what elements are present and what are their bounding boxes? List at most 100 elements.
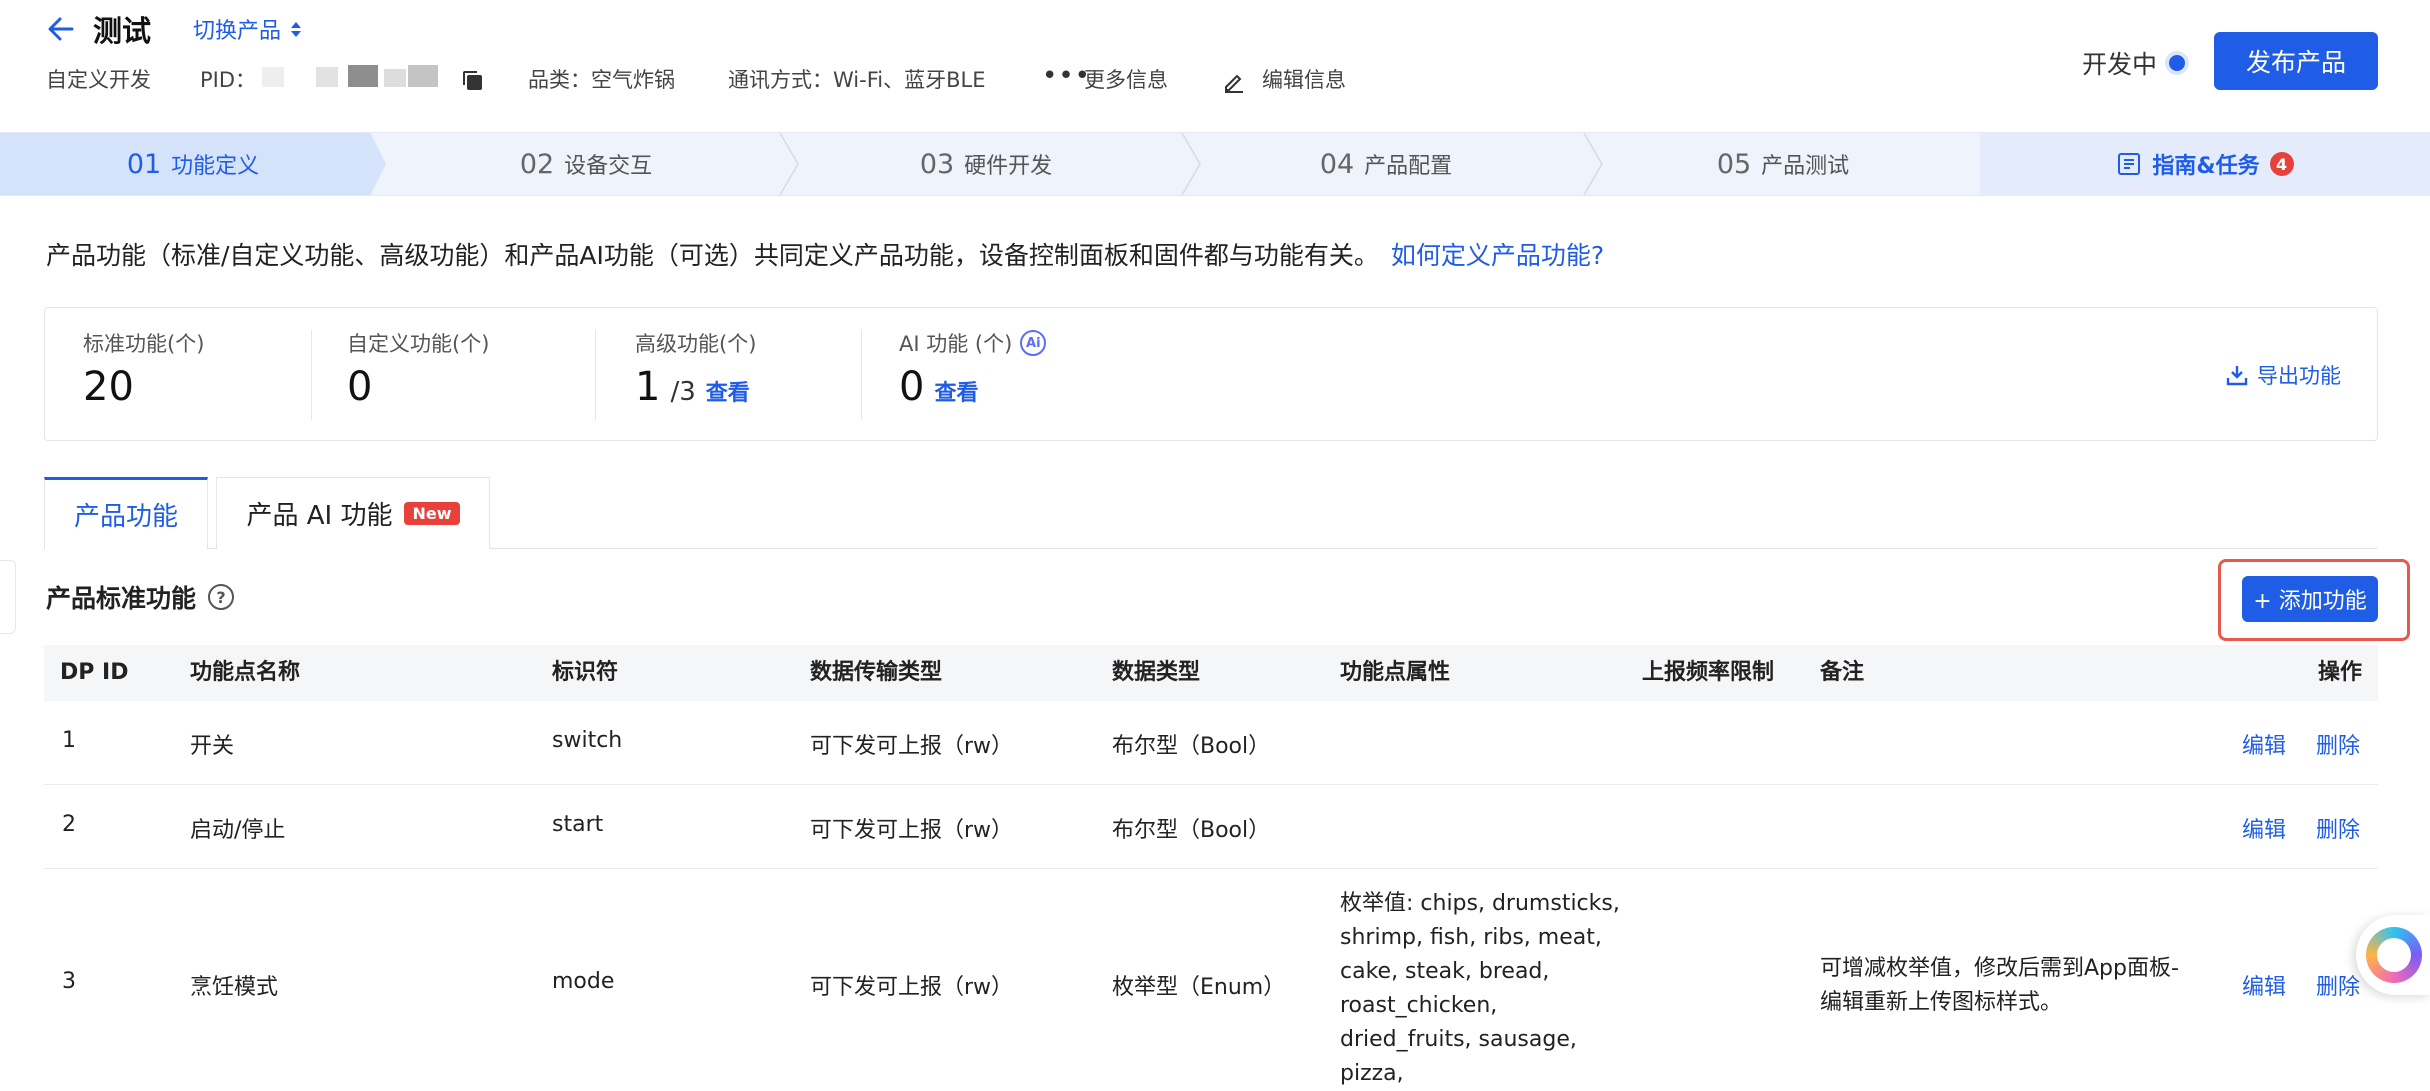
category-label: 品类：空气炸锅 (528, 68, 675, 92)
delete-link[interactable]: 删除 (2316, 728, 2360, 760)
switch-product-label: 切换产品 (193, 19, 282, 44)
step-number: 05 (1716, 148, 1752, 180)
attr-line: 枚举值: chips, drumsticks, (1340, 891, 1620, 916)
col-remark: 备注 (1820, 660, 1865, 685)
step-number: 02 (519, 148, 555, 180)
stat-divider (861, 330, 862, 420)
intro-description: 产品功能（标准/自定义功能、高级功能）和产品AI功能（可选）共同定义产品功能，设… (46, 241, 1379, 270)
tab-label: 产品功能 (73, 502, 178, 532)
dev-status: 开发中 (2082, 45, 2186, 81)
step-number: 03 (919, 148, 955, 180)
delete-link[interactable]: 删除 (2316, 969, 2360, 1001)
attr-line: cake, steak, bread, (1340, 959, 1550, 984)
document-list-icon (2118, 153, 2141, 175)
guide-tasks-button[interactable]: 指南&任务 4 (1980, 133, 2430, 195)
stat-custom: 自定义功能(个) 0 (347, 328, 489, 410)
step-device-interaction[interactable]: 02 设备交互 (386, 133, 786, 195)
cell-dp-id: 2 (62, 812, 76, 837)
product-meta-bar: 自定义开发 PID： 品类：空气炸锅 通讯方式：Wi-Fi、蓝牙BLE ••• … (0, 61, 1400, 97)
stat-ai: AI 功能 (个) Ai 0 查看 (899, 328, 1047, 410)
task-count-badge: 4 (2269, 152, 2294, 176)
step-hardware-dev[interactable]: 03 硬件开发 (786, 133, 1186, 195)
pid-redacted-block (348, 65, 378, 87)
cell-dp-id: 1 (62, 728, 76, 753)
edit-link[interactable]: 编辑 (2242, 812, 2286, 844)
dev-type-label: 自定义开发 (46, 68, 151, 92)
status-label: 开发中 (2082, 50, 2158, 79)
step-number: 01 (126, 148, 162, 180)
cell-code: switch (552, 728, 623, 753)
comm-label: 通讯方式：Wi-Fi、蓝牙BLE (728, 68, 986, 92)
help-question-icon[interactable]: ? (208, 584, 235, 610)
stat-advanced-limit: /3 (670, 377, 696, 407)
col-name: 功能点名称 (190, 660, 301, 685)
intro-text: 产品功能（标准/自定义功能、高级功能）和产品AI功能（可选）共同定义产品功能，设… (46, 236, 1604, 272)
step-product-config[interactable]: 04 产品配置 (1186, 133, 1586, 195)
cell-type: 布尔型（Bool） (1112, 818, 1271, 843)
function-stats-panel: 标准功能(个) 20 自定义功能(个) 0 高级功能(个) 1 /3 查看 AI… (44, 307, 2378, 441)
tab-product-functions[interactable]: 产品功能 (44, 477, 208, 549)
how-to-define-link[interactable]: 如何定义产品功能? (1391, 241, 1604, 270)
pid-redacted-block (384, 69, 406, 87)
remark-line: 编辑重新上传图标样式。 (1820, 990, 2063, 1015)
function-tabs: 产品功能 产品 AI 功能 New (44, 477, 2378, 549)
step-label: 硬件开发 (964, 154, 1053, 179)
pid-redacted-block (262, 67, 284, 87)
status-dot-icon (2169, 55, 2186, 71)
stat-divider (311, 330, 312, 420)
product-title: 测试 (93, 14, 152, 48)
pid-redacted-block (408, 65, 438, 87)
step-label: 功能定义 (171, 154, 260, 179)
back-arrow-icon[interactable] (44, 12, 78, 46)
switch-product-dropdown[interactable]: 切换产品 (193, 13, 302, 45)
col-dp-id: DP ID (60, 660, 129, 685)
attr-line: pizza, (1340, 1061, 1404, 1086)
cell-transfer: 可下发可上报（rw） (810, 734, 1014, 759)
ai-assistant-float-button[interactable] (2356, 915, 2430, 995)
cell-transfer: 可下发可上报（rw） (810, 818, 1014, 843)
cell-transfer: 可下发可上报（rw） (810, 975, 1014, 1000)
cell-attr: 枚举值: chips, drumsticks, shrimp, fish, ri… (1340, 887, 1620, 1091)
edit-link[interactable]: 编辑 (2242, 969, 2286, 1001)
step-label: 产品测试 (1761, 154, 1850, 179)
edit-link[interactable]: 编辑 (2242, 728, 2286, 760)
tab-label: 产品 AI 功能 (246, 501, 393, 531)
step-function-definition[interactable]: 01 功能定义 (0, 133, 386, 195)
cell-type: 枚举型（Enum） (1112, 975, 1286, 1000)
remark-line: 可增减枚举值，修改后需到App面板- (1820, 956, 2179, 981)
add-function-button[interactable]: + 添加功能 (2242, 576, 2378, 622)
attr-line: dried_fruits, sausage, (1340, 1027, 1577, 1052)
publish-product-button[interactable]: 发布产品 (2214, 32, 2378, 90)
stat-advanced: 高级功能(个) 1 /3 查看 (635, 328, 756, 410)
cell-code: mode (552, 969, 615, 994)
view-ai-link[interactable]: 查看 (934, 375, 978, 407)
table-header: DP ID 功能点名称 标识符 数据传输类型 数据类型 功能点属性 上报频率限制… (44, 645, 2378, 701)
view-advanced-link[interactable]: 查看 (706, 375, 750, 407)
cell-name: 启动/停止 (190, 818, 286, 843)
col-type: 数据类型 (1112, 660, 1201, 685)
more-info-link[interactable]: 更多信息 (1084, 63, 1168, 97)
step-product-test[interactable]: 05 产品测试 (1586, 133, 1980, 195)
edit-pencil-icon[interactable] (1222, 69, 1246, 93)
delete-link[interactable]: 删除 (2316, 812, 2360, 844)
ai-orb-icon (2366, 927, 2422, 983)
copy-icon[interactable] (462, 70, 484, 92)
table-row: 2 启动/停止 start 可下发可上报（rw） 布尔型（Bool） 编辑 删除 (44, 785, 2378, 869)
cell-name: 烹饪模式 (190, 975, 279, 1000)
stat-standard-label: 标准功能(个) (83, 332, 205, 356)
step-label: 设备交互 (564, 154, 653, 179)
stat-ai-label: AI 功能 (个) (899, 332, 1013, 356)
attr-line: shrimp, fish, ribs, meat, (1340, 925, 1602, 950)
stat-custom-value: 0 (347, 364, 373, 410)
edit-info-link[interactable]: 编辑信息 (1262, 63, 1346, 97)
col-freq: 上报频率限制 (1642, 660, 1775, 685)
tab-product-ai-functions[interactable]: 产品 AI 功能 New (216, 477, 490, 549)
col-attr: 功能点属性 (1340, 660, 1451, 685)
table-row: 3 烹饪模式 mode 可下发可上报（rw） 枚举型（Enum） 枚举值: ch… (44, 869, 2378, 1089)
sort-caret-icon (291, 21, 302, 37)
side-panel-handle[interactable] (0, 560, 16, 634)
stat-ai-value: 0 (899, 364, 925, 410)
stat-divider (595, 330, 596, 420)
export-label: 导出功能 (2257, 364, 2341, 388)
export-functions-button[interactable]: 导出功能 (2225, 360, 2341, 390)
